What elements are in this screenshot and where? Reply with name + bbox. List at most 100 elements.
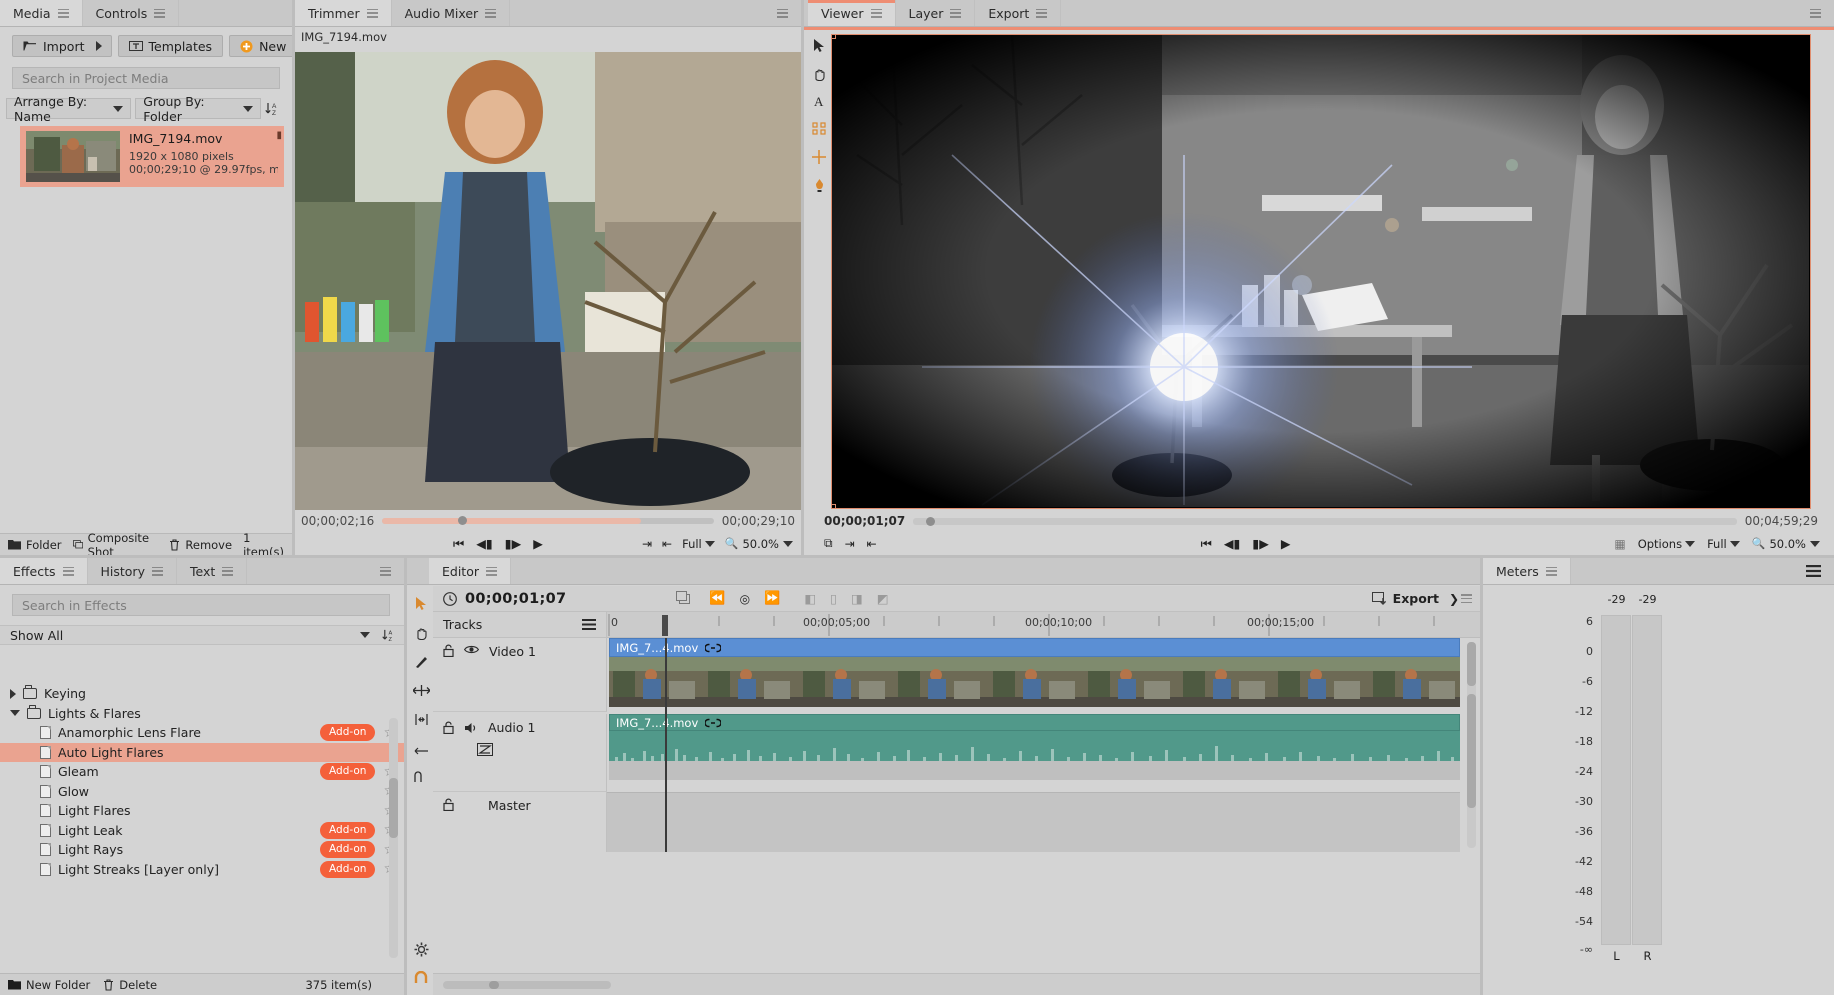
editor-export-button[interactable]: Export [1371,591,1439,606]
trimmer-step-back-button[interactable]: ◀▮ [476,536,493,551]
effects-group-keying[interactable]: Keying [0,684,404,704]
trimmer-zoom-label[interactable]: 50.0% [742,537,779,551]
panel-menu-icon[interactable] [485,8,497,18]
media-item-handle[interactable]: ▮ [276,130,282,141]
effects-search-input[interactable]: Search in Effects [12,594,390,616]
panel-menu-icon[interactable] [151,566,163,576]
effects-scrollbar[interactable] [389,718,398,958]
trimmer-in-point-icon[interactable]: ⇥ [642,537,652,551]
list-item[interactable]: Glow ☆ [0,782,404,802]
addon-badge[interactable]: Add-on [320,841,376,859]
ripple-tool-icon[interactable] [409,708,433,730]
track-lock-icon[interactable] [443,798,454,811]
list-item[interactable]: Light Flares ☆ [0,801,404,821]
remove-button[interactable]: Remove [169,538,232,552]
rate-stretch-icon[interactable] [409,766,433,788]
editor-insert-icon[interactable] [676,591,692,606]
viewer-bounds-handle-bl[interactable] [832,504,836,508]
chevron-down-icon[interactable] [10,710,20,717]
editor-record-icon[interactable]: ◎ [740,592,750,606]
timeline-scrollbar-vertical[interactable] [1467,642,1476,848]
effects-show-all-row[interactable]: Show All AZ [0,625,404,645]
viewer-options-label[interactable]: Options [1638,537,1682,551]
viewer-grid-icon[interactable]: ▦ [1614,537,1625,551]
select-arrow-icon[interactable] [409,592,433,614]
color-picker-icon[interactable] [807,174,831,196]
track-mute-speaker-icon[interactable] [464,722,478,734]
new-folder-button[interactable]: New Folder [8,978,90,992]
panel-menu-icon[interactable] [1545,566,1557,576]
select-arrow-icon[interactable] [807,34,831,56]
meters-panel-menu[interactable] [1793,558,1834,584]
effects-scroll-thumb[interactable] [389,778,398,838]
panel-menu-icon[interactable] [380,566,391,576]
viewer-zoom-caret[interactable] [1809,540,1820,547]
magnet-snap-icon[interactable] [409,967,433,989]
viewer-go-start-button[interactable]: ⏮ [1201,536,1212,552]
editor-timecode[interactable]: 00;00;01;07 [465,591,566,607]
trimmer-quality-caret[interactable] [704,540,715,547]
transform-icon[interactable] [807,146,831,168]
viewer-fit-icon[interactable]: ⧉ [824,536,833,551]
editor-rewind-icon[interactable]: ⏪ [709,591,725,606]
viewer-play-button[interactable]: ▶ [1281,536,1291,551]
panel-menu-icon[interactable] [950,8,962,18]
chevron-right-icon[interactable] [10,688,16,699]
editor-marker-icon[interactable]: ▯ [830,591,837,606]
track-lock-icon[interactable] [443,644,454,657]
tab-export[interactable]: Export [975,0,1062,26]
viewer-quality-label[interactable]: Full [1707,537,1727,551]
effects-sort-az-icon[interactable]: AZ [382,628,396,642]
addon-badge[interactable]: Add-on [320,724,376,742]
panel-menu-icon[interactable] [870,8,882,18]
trimmer-out-point-icon[interactable]: ⇤ [662,537,672,551]
track-audio-waveform-icon[interactable] [477,743,606,756]
timeline-hscroll-thumb[interactable] [489,980,499,989]
tab-audio-mixer[interactable]: Audio Mixer [392,0,511,26]
viewer-bounds-handle-tl[interactable] [832,35,836,39]
slip-tool-icon[interactable] [409,679,433,701]
addon-badge[interactable]: Add-on [320,763,376,781]
viewer-step-forward-button[interactable]: ▮▶ [1252,536,1269,551]
tracks-menu-icon[interactable] [582,619,596,630]
panel-menu-icon[interactable] [366,8,378,18]
track-header-video-1[interactable]: Video 1 [433,638,607,712]
effects-group-lights-and-flares[interactable]: Lights & Flares [0,704,404,724]
tab-editor[interactable]: Editor [429,558,511,584]
trimmer-panel-menu[interactable] [764,0,801,26]
panel-menu-icon[interactable] [154,8,166,18]
trimmer-quality-label[interactable]: Full [682,537,702,551]
list-item[interactable]: Auto Light Flares [0,742,404,762]
panel-menu-icon[interactable] [486,566,497,576]
tab-controls[interactable]: Controls [83,0,180,26]
panel-menu-icon[interactable] [1810,8,1821,18]
new-button[interactable]: New [229,35,298,57]
list-item[interactable]: Light Streaks [Layer only] Add-on ☆ [0,860,404,880]
timeline-scroll-thumb-video[interactable] [1467,642,1476,686]
editor-marker-next-icon[interactable]: ◨ [851,591,863,606]
slide-tool-icon[interactable] [409,737,433,759]
trimmer-scrubber[interactable] [382,516,714,525]
viewer-playhead-handle[interactable] [925,516,935,526]
effects-tree[interactable]: Keying Lights & Flares Anamorphic Lens F… [0,684,404,972]
tab-media[interactable]: Media [0,0,83,26]
panel-menu-icon[interactable] [222,566,234,576]
editor-marker-prev-icon[interactable]: ◧ [804,591,816,606]
mask-points-icon[interactable] [807,118,831,140]
templates-button[interactable]: Templates [117,35,224,57]
panel-menu-icon[interactable] [1806,565,1821,577]
effects-panel-menu[interactable] [367,558,404,584]
panel-menu-icon[interactable] [62,566,74,576]
trimmer-zoom-caret[interactable] [783,540,793,547]
trimmer-go-start-button[interactable]: ⏮ [453,536,464,552]
tab-viewer[interactable]: Viewer [808,0,896,26]
list-item[interactable]: Gleam Add-on ☆ [0,762,404,782]
list-item[interactable]: Light Rays Add-on ☆ [0,840,404,860]
trimmer-viewport[interactable] [295,52,801,510]
tab-history[interactable]: History [88,558,177,584]
viewer-in-point-icon[interactable]: ⇥ [845,537,855,551]
track-header-audio-1[interactable]: Audio 1 [433,714,607,792]
viewer-scrubber[interactable] [913,516,1737,526]
slice-tool-icon[interactable] [409,650,433,672]
timeline-scroll-thumb-audio[interactable] [1467,694,1476,808]
